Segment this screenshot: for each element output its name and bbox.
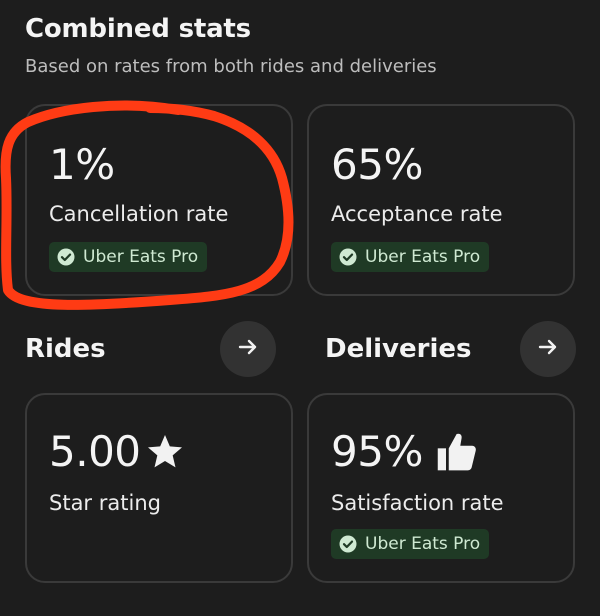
acceptance-rate-card[interactable]: 65% Acceptance rate Uber Eats Pro	[307, 104, 575, 296]
star-rating-label: Star rating	[49, 491, 161, 515]
check-circle-icon	[339, 535, 357, 553]
acceptance-rate-value: 65%	[331, 140, 423, 189]
page-subtitle: Based on rates from both rides and deliv…	[25, 56, 437, 77]
uber-eats-pro-badge: Uber Eats Pro	[331, 529, 490, 559]
uber-eats-pro-badge: Uber Eats Pro	[331, 242, 490, 272]
satisfaction-rate-value: 95%	[331, 427, 423, 476]
star-rating-value-row: 5.00	[49, 427, 185, 476]
cancellation-rate-card[interactable]: 1% Cancellation rate Uber Eats Pro	[25, 104, 293, 296]
arrow-right-icon	[236, 335, 260, 363]
thumbs-up-icon	[435, 430, 479, 474]
satisfaction-rate-card[interactable]: 95% Satisfaction rate Uber Eats Pro	[307, 393, 575, 583]
rides-details-button[interactable]	[220, 321, 276, 377]
badge-label: Uber Eats Pro	[365, 534, 481, 554]
badge-label: Uber Eats Pro	[83, 247, 199, 267]
check-circle-icon	[57, 248, 75, 266]
uber-eats-pro-badge: Uber Eats Pro	[49, 242, 208, 272]
arrow-right-icon	[536, 335, 560, 363]
cancellation-rate-value: 1%	[49, 140, 115, 189]
page-title: Combined stats	[25, 14, 251, 44]
acceptance-rate-label: Acceptance rate	[331, 202, 503, 226]
star-rating-card[interactable]: 5.00 Star rating	[25, 393, 293, 583]
rides-section-title: Rides	[25, 334, 106, 364]
deliveries-details-button[interactable]	[520, 321, 576, 377]
deliveries-section-title: Deliveries	[325, 334, 472, 364]
satisfaction-rate-label: Satisfaction rate	[331, 491, 504, 515]
combined-stats-screen: Combined stats Based on rates from both …	[0, 0, 600, 616]
check-circle-icon	[339, 248, 357, 266]
cancellation-rate-label: Cancellation rate	[49, 202, 229, 226]
star-icon	[145, 432, 185, 472]
satisfaction-rate-value-row: 95%	[331, 427, 479, 476]
badge-label: Uber Eats Pro	[365, 247, 481, 267]
star-rating-value: 5.00	[49, 427, 141, 476]
